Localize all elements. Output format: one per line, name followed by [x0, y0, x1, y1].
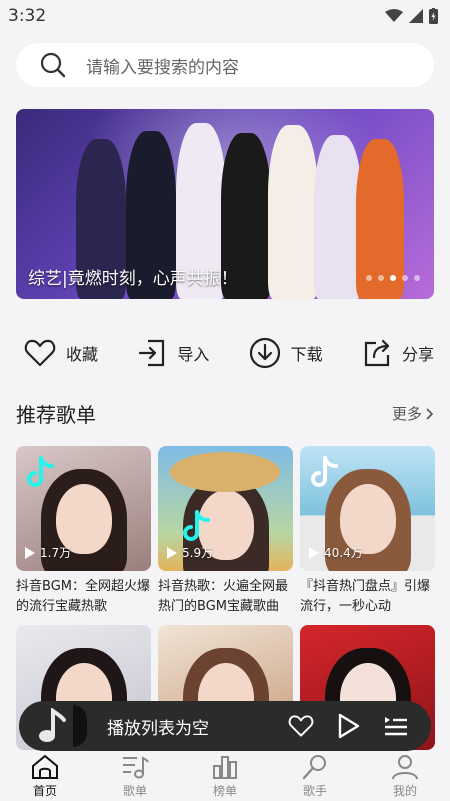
more-label: 更多	[391, 405, 422, 423]
download-button[interactable]: 下载	[249, 337, 323, 369]
playlist-cover[interactable]: 1.7万	[16, 446, 151, 571]
status-bar: 3:32	[0, 0, 450, 32]
banner-dot[interactable]	[402, 275, 408, 281]
more-link[interactable]: 更多	[392, 403, 434, 424]
play-count-value: 40.4万	[324, 546, 363, 560]
wifi-icon	[385, 9, 403, 22]
tab-playlists[interactable]: 歌单	[95, 751, 175, 801]
home-icon	[32, 754, 58, 779]
player-disc	[29, 701, 87, 751]
quick-actions: 收藏 导入 下载 分享	[24, 337, 434, 369]
like-icon[interactable]	[287, 714, 315, 738]
player-controls	[287, 713, 409, 739]
play-count: 40.4万	[308, 544, 363, 561]
play-icon	[167, 546, 177, 559]
section-title: 推荐歌单	[16, 403, 96, 427]
play-count: 1.7万	[24, 544, 71, 561]
music-note-icon	[39, 708, 66, 742]
heart-icon	[24, 339, 56, 367]
play-count-value: 5.9万	[182, 546, 214, 560]
share-label: 分享	[401, 345, 434, 364]
player-status: 播放列表为空	[107, 718, 209, 739]
tiktok-logo-icon	[27, 456, 54, 487]
search-input[interactable]: 请输入要搜索的内容	[16, 43, 434, 87]
playlist-card[interactable]: 1.7万 抖音BGM：全网超火爆的流行宝藏热歌	[16, 446, 151, 617]
share-icon	[364, 339, 390, 367]
banner-pagination	[366, 275, 420, 281]
tab-label: 歌单	[122, 783, 147, 798]
playlist-cover[interactable]: 40.4万	[300, 446, 435, 571]
playlist-queue-icon[interactable]	[383, 714, 409, 738]
chevron-right-icon	[426, 407, 434, 420]
tab-profile[interactable]: 我的	[365, 751, 445, 801]
playlist-cover[interactable]: 5.9万	[158, 446, 293, 571]
search-placeholder: 请输入要搜索的内容	[86, 57, 239, 78]
chart-icon	[213, 755, 237, 779]
banner-dot[interactable]	[378, 275, 384, 281]
banner-dot-active[interactable]	[390, 275, 396, 281]
tab-singers[interactable]: 歌手	[275, 751, 355, 801]
search-icon	[40, 52, 66, 78]
banner-dot[interactable]	[414, 275, 420, 281]
banner-carousel[interactable]: 综艺|竟燃时刻，心声共振！	[16, 109, 434, 299]
mini-player[interactable]: 播放列表为空	[19, 701, 431, 751]
tab-label: 首页	[32, 783, 57, 798]
tab-charts[interactable]: 榜单	[185, 751, 265, 801]
tab-home[interactable]: 首页	[5, 751, 85, 801]
share-button[interactable]: 分享	[362, 338, 434, 368]
play-count-value: 1.7万	[40, 546, 72, 560]
signal-icon	[409, 9, 423, 23]
import-button[interactable]: 导入	[137, 338, 209, 368]
download-icon	[249, 337, 280, 369]
banner-caption: 综艺|竟燃时刻，心声共振！	[28, 269, 238, 289]
playlist-icon	[123, 755, 149, 778]
playlist-title[interactable]: 抖音热歌：火遍全网最热门的BGM宝藏歌曲	[158, 577, 293, 617]
tab-label: 歌手	[302, 783, 327, 798]
status-icons	[385, 8, 438, 24]
banner-dot[interactable]	[366, 275, 372, 281]
profile-icon	[392, 754, 418, 779]
playlist-card[interactable]: 40.4万 『抖音热门盘点』引爆流行，一秒心动	[300, 446, 435, 617]
tab-label: 我的	[392, 783, 417, 798]
import-icon	[139, 339, 165, 367]
status-time: 3:32	[8, 6, 47, 26]
tiktok-logo-icon	[311, 456, 338, 487]
playlist-title[interactable]: 『抖音热门盘点』引爆流行，一秒心动	[300, 577, 435, 617]
play-icon	[25, 546, 35, 559]
recommended-header: 推荐歌单 更多	[16, 399, 434, 428]
playlist-title[interactable]: 抖音BGM：全网超火爆的流行宝藏热歌	[16, 577, 151, 617]
import-label: 导入	[177, 345, 210, 364]
play-icon	[309, 546, 319, 559]
favorite-label: 收藏	[66, 345, 99, 364]
play-count: 5.9万	[166, 544, 213, 561]
play-button-icon[interactable]	[337, 713, 361, 739]
download-label: 下载	[290, 345, 323, 364]
singer-icon	[302, 754, 326, 779]
tiktok-logo-icon	[183, 510, 210, 541]
tab-label: 榜单	[212, 783, 237, 798]
bottom-tab-bar: 首页 歌单 榜单 歌手 我的	[0, 751, 450, 801]
playlist-card[interactable]: 5.9万 抖音热歌：火遍全网最热门的BGM宝藏歌曲	[158, 446, 293, 617]
battery-icon	[429, 8, 438, 24]
favorite-button[interactable]: 收藏	[24, 338, 98, 368]
